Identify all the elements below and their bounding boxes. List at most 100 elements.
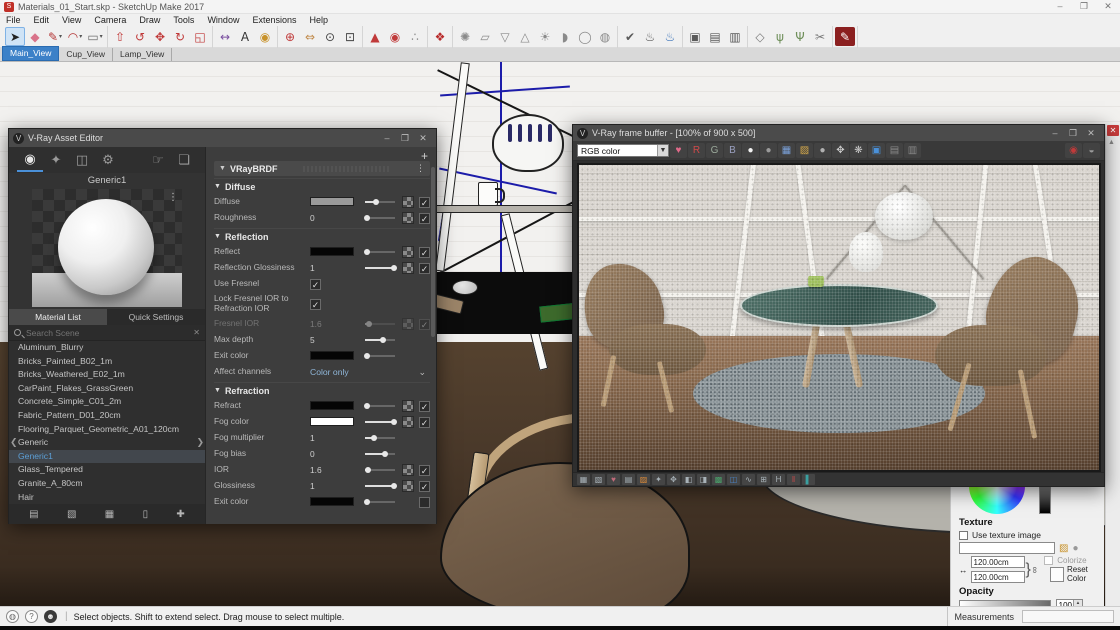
vray-frame-buffer-button[interactable]: ▣ [685,27,705,46]
rectangle-tool-button[interactable]: ▭▾ [85,27,105,46]
vray-light-mesh-button[interactable]: ◍ [595,27,615,46]
fb-exposure-icon[interactable]: ◨ [697,474,710,485]
load-image-icon[interactable]: ▨ [796,143,813,158]
collapse-caret-icon[interactable]: ▼ [214,233,221,240]
menu-tools[interactable]: Tools [173,15,194,25]
material-item[interactable]: Flooring_Parquet_Geometric_A01_120cm [9,423,205,437]
opacity-spinner[interactable]: 100▲▼ [1056,599,1083,606]
materials-tab-icon[interactable]: ◉ [17,148,43,172]
vray-light-omni-button[interactable]: ✺ [455,27,475,46]
measurements-field[interactable] [1022,610,1114,623]
enable-checkbox[interactable]: ✓ [419,319,430,330]
clear-image-icon[interactable]: ● [814,143,831,158]
walk-tool-button[interactable]: ∴ [405,27,425,46]
fb-compare-h-icon[interactable]: H [772,474,785,485]
slider-thumb[interactable] [365,467,371,473]
channel-blue-icon[interactable]: B [724,143,741,158]
reset-color-label[interactable]: Reset Color [1067,565,1098,583]
param-slider[interactable] [365,339,395,341]
vray-light-sun-button[interactable]: ☀ [535,27,555,46]
ae-minimize-button[interactable]: – [378,133,396,144]
affect-channels-dropdown[interactable]: Color only⌄ [310,367,430,378]
eraser-tool-button[interactable]: ◆ [25,27,45,46]
channel-dropdown[interactable]: RGB color▼ [577,144,669,157]
ae-maximize-button[interactable]: ❐ [396,133,414,144]
slider-thumb[interactable] [382,451,388,457]
collapse-caret-icon[interactable]: ▼ [214,387,221,394]
color-swatch[interactable] [310,497,354,506]
slider-thumb[interactable] [364,499,370,505]
menu-edit[interactable]: Edit [34,15,50,25]
param-slider[interactable] [365,437,395,439]
vray-material-helper-button[interactable]: ❖ [430,27,450,46]
texture-map-icon[interactable] [402,416,414,428]
vray-fur-edit-button[interactable]: Ψ [790,27,810,46]
asset-editor-titlebar[interactable]: V V-Ray Asset Editor – ❐ ✕ [9,129,436,147]
render-image-area[interactable] [577,163,1101,472]
browse-texture-icon[interactable]: ▨ [1059,543,1068,554]
enable-checkbox[interactable]: ✓ [419,401,430,412]
start-render-icon[interactable]: ◒ [1083,143,1100,158]
stop-render-icon[interactable]: ◉ [1065,143,1082,158]
menu-view[interactable]: View [62,15,81,25]
fb-maximize-button[interactable]: ❐ [1064,128,1082,139]
slider-thumb[interactable] [391,419,397,425]
pan-tool-button[interactable]: ⇔ [300,27,320,46]
texture-map-icon[interactable] [402,480,414,492]
enable-checkbox[interactable]: ✓ [419,247,430,258]
color-swatch[interactable] [310,247,354,256]
fb-compare-v-icon[interactable]: ‖ [787,474,800,485]
vray-clipper-button[interactable]: ✂ [810,27,830,46]
enable-checkbox[interactable]: ✓ [419,481,430,492]
slider-thumb[interactable] [391,483,397,489]
import-material-icon[interactable]: ▧ [67,509,76,520]
material-item[interactable]: Generic [9,436,205,450]
opacity-slider[interactable] [959,600,1051,607]
texture-map-icon[interactable] [402,196,414,208]
fb-hue-icon[interactable]: ◫ [727,474,740,485]
fb-save-all-icon[interactable]: ▦ [577,474,590,485]
reset-color-swatch[interactable] [1050,567,1064,582]
scene-tab-lamp_view[interactable]: Lamp_View [113,48,172,61]
select-tool-button[interactable]: ➤ [5,27,25,46]
fb-stereo-icon[interactable]: ▌ [802,474,815,485]
color-swatch[interactable] [310,401,354,410]
fb-close-button[interactable]: ✕ [1082,128,1100,139]
material-item[interactable]: Fabric_Pattern_D01_20cm [9,409,205,423]
param-value[interactable] [310,417,362,428]
param-slider[interactable] [365,355,395,357]
menu-window[interactable]: Window [207,15,239,25]
chevron-down-icon[interactable]: ⌄ [418,367,430,378]
param-slider[interactable] [365,201,395,203]
vray-batch-render-button[interactable]: ▤ [705,27,725,46]
menu-camera[interactable]: Camera [94,15,126,25]
vray-render-interactive-button[interactable]: ♨ [660,27,680,46]
channel-gray-icon[interactable]: ● [760,143,777,158]
material-item[interactable]: Aluminum_Blurry [9,341,205,355]
chevron-down-icon[interactable]: ▼ [657,145,668,156]
texture-height-field[interactable]: 120.00cm [971,571,1025,583]
spinner-arrows-icon[interactable]: ▲▼ [1073,600,1082,606]
slider-thumb[interactable] [371,435,377,441]
section-header-diffuse[interactable]: ▼Diffuse [214,178,430,194]
colorize-checkbox[interactable] [1044,556,1053,565]
fb-flare-icon[interactable]: ✦ [652,474,665,485]
close-button[interactable]: ✕ [1096,0,1120,13]
color-swatch[interactable] [310,197,354,206]
preview-menu-icon[interactable]: ⋮ [168,192,178,203]
param-slider[interactable] [365,217,395,219]
menu-file[interactable]: File [6,15,21,25]
channel-white-icon[interactable]: ● [742,143,759,158]
vray-light-sphere-button[interactable]: ◯ [575,27,595,46]
slider-thumb[interactable] [380,337,386,343]
frame-buffer-titlebar[interactable]: V V-Ray frame buffer - [100% of 900 x 50… [573,125,1104,141]
scale-tool-button[interactable]: ◱ [190,27,210,46]
lights-tab-icon[interactable]: ✦ [43,148,69,172]
section-header-reflection[interactable]: ▼Reflection [214,228,430,244]
texture-map-icon[interactable] [402,400,414,412]
slider-thumb[interactable] [373,199,379,205]
fb-duplicate-icon[interactable]: ▤ [622,474,635,485]
fb-heart-icon[interactable]: ♥ [607,474,620,485]
param-value[interactable] [310,197,362,208]
dropdown-arrow-icon[interactable]: ▾ [100,33,103,40]
